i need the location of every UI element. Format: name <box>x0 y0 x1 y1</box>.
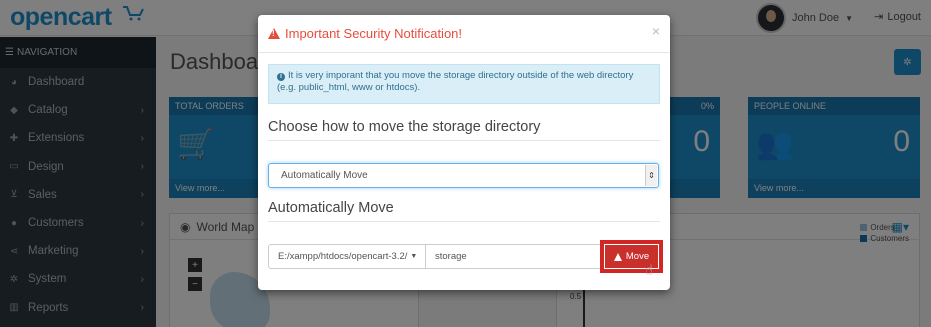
alert-text: It is very imporant that you move the st… <box>277 70 634 93</box>
directory-path-dropdown[interactable]: E:/xampp/htdocs/opencart-3.2/ ▼ <box>268 244 426 269</box>
caret-down-icon: ▼ <box>410 253 418 260</box>
select-value: Automatically Move <box>281 170 368 181</box>
info-icon: i <box>277 73 285 81</box>
path-value: E:/xampp/htdocs/opencart-3.2/ <box>278 251 408 262</box>
storage-input-value: storage <box>435 251 467 262</box>
move-method-select[interactable]: Automatically Move ⇕ <box>268 163 659 188</box>
hand-cursor-icon: ☝ <box>645 262 653 277</box>
warning-icon <box>268 28 280 39</box>
automatically-move-heading: Automatically Move <box>268 200 660 222</box>
info-alert: i It is very imporant that you move the s… <box>268 64 660 104</box>
modal-title-text: Important Security Notification! <box>285 26 463 41</box>
storage-name-input[interactable]: storage <box>425 244 602 269</box>
move-button-label: Move <box>625 251 650 262</box>
chevron-updown-icon: ⇕ <box>645 165 657 186</box>
modal-title: Important Security Notification! <box>268 26 462 41</box>
close-button[interactable]: × <box>652 23 660 39</box>
choose-method-heading: Choose how to move the storage directory <box>268 119 660 141</box>
warning-icon <box>613 252 622 261</box>
move-button[interactable]: Move <box>600 240 663 273</box>
security-notification-modal: Important Security Notification! × iIt i… <box>258 15 670 290</box>
modal-header: Important Security Notification! <box>258 15 670 53</box>
